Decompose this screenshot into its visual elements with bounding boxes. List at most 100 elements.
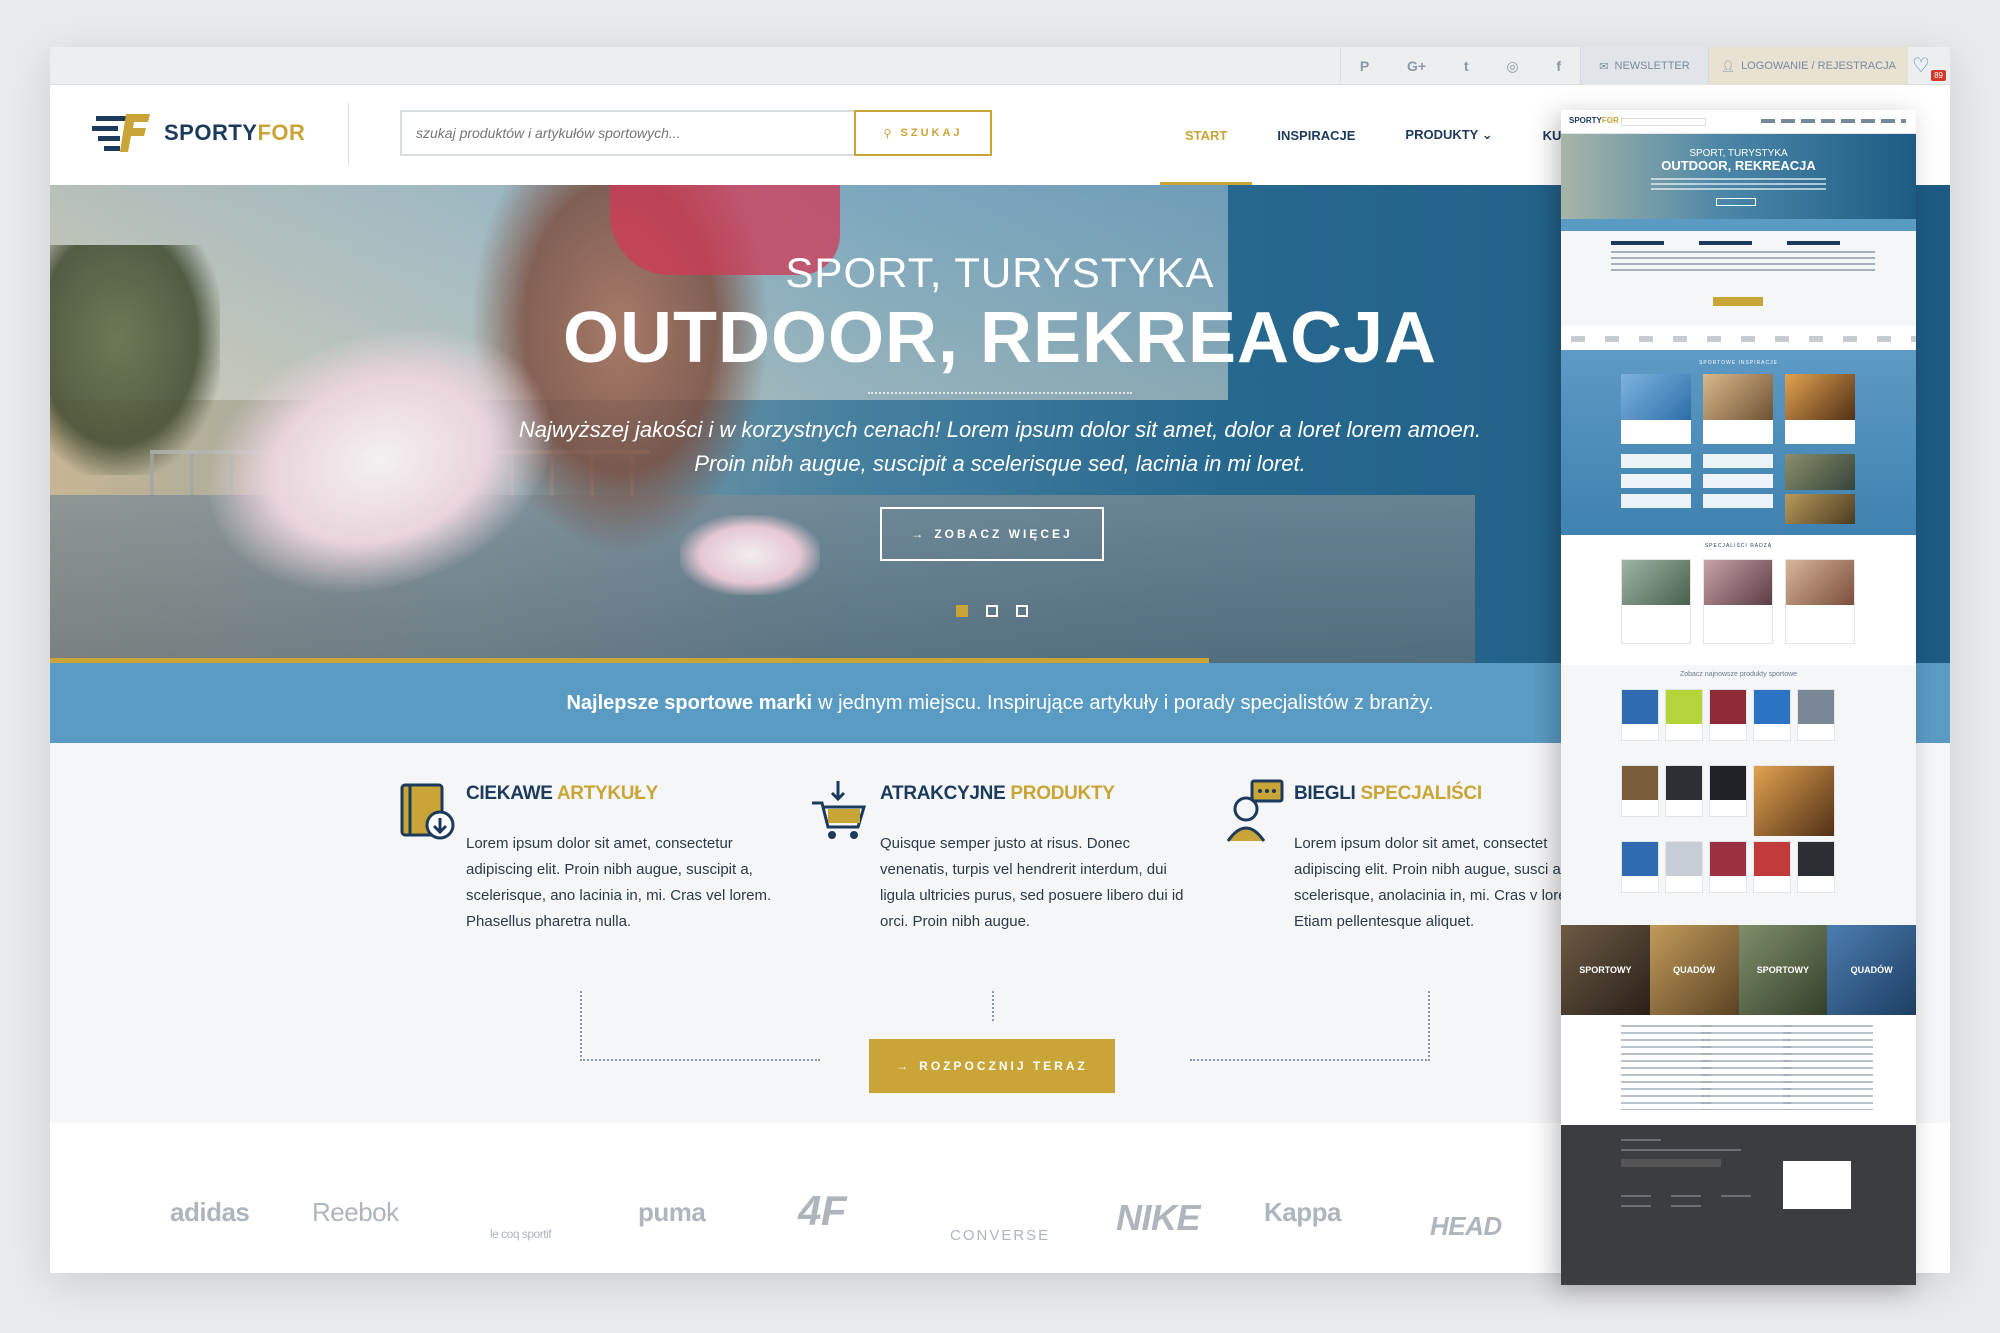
preview-product-tile [1797,689,1835,741]
search-icon: ⚲ [883,127,895,140]
cart-download-icon [812,781,867,839]
nav-item-inspiracje[interactable]: INSPIRACJE [1252,85,1380,185]
preview-inspirations-title: SPORTOWE INSPIRACJE [1699,360,1778,366]
tagline-text: w jednym miejscu. Inspirujące artykuły i… [818,691,1434,714]
feature-articles-title: CIEKAWE ARTYKUŁY [466,783,786,805]
site-logo[interactable]: SPORTYFOR [92,110,305,156]
twitter-icon[interactable]: t [1464,58,1469,74]
search-input[interactable] [400,110,855,156]
search-button[interactable]: ⚲ SZUKAJ [854,110,992,156]
hero-dotted-rule [868,392,1132,394]
preview-insp-row [1785,454,1855,490]
preview-footer-line [1621,1159,1721,1167]
newsletter-label: NEWSLETTER [1614,60,1690,72]
preview-product-tile [1621,841,1659,893]
preview-brands [1561,326,1916,350]
dotted-connector-left [580,991,820,1061]
feature-articles: CIEKAWE ARTYKUŁY Lorem ipsum dolor sit a… [400,783,786,935]
preview-search [1621,118,1706,126]
feature-specialists-title-b: SPECJALIŚCI [1360,783,1483,804]
brand-logo-reebok[interactable]: Reebok [312,1197,399,1228]
preview-blog-col [1701,1025,1791,1110]
arrow-right-icon: → [911,527,927,541]
start-now-button[interactable]: → ROZPOCZNIJ TERAZ [869,1039,1115,1093]
preview-blog-col [1621,1025,1711,1110]
preview-insp-card-3 [1785,374,1855,444]
preview-insp-row [1703,474,1773,488]
preview-blog-section [1561,1015,1916,1125]
feature-products-title-a: ATRAKCYJNE [880,783,1006,804]
brand-logo-nike[interactable]: NIKE [1116,1197,1201,1239]
start-now-label: ROZPOCZNIJ TERAZ [919,1059,1088,1073]
preview-products-title: Zobacz najnowsze produkty sportowe [1679,671,1798,678]
preview-hero-button [1716,198,1756,206]
preview-product-tile [1621,689,1659,741]
social-links: P G+ t ◎ f [1340,47,1580,85]
login-register-button[interactable]: 👤︎ LOGOWANIE / REJESTRACJA [1708,47,1908,85]
preview-footer [1561,1125,1916,1285]
preview-banner-4: QUADÓW [1827,925,1916,1015]
preview-feature-2 [1699,241,1787,291]
preview-product-tile [1665,765,1703,817]
heart-icon: ♡ [1912,55,1930,77]
preview-banner-2: QUADÓW [1649,925,1739,1015]
facebook-icon[interactable]: f [1556,58,1561,74]
slider-pagination [956,605,1028,617]
preview-feature-button [1713,297,1763,306]
preview-insp-row [1703,454,1773,468]
logo-text-a: SPORTY [164,120,258,145]
preview-product-tile [1753,689,1791,741]
search-button-label: SZUKAJ [900,127,963,139]
preview-banners: SPORTOWY QUADÓW SPORTOWY QUADÓW [1561,925,1916,1015]
top-utility-bar: P G+ t ◎ f ✉ NEWSLETTER 👤︎ LOGOWANIE / R… [50,47,1950,85]
brand-logo-adidas[interactable]: adidas [170,1197,250,1228]
header-divider [348,103,349,165]
brand-logo-head[interactable]: HEAD [1430,1211,1502,1242]
tagline-bold: Najlepsze sportowe marki [566,691,813,714]
feature-articles-text: Lorem ipsum dolor sit amet, consectetur … [466,835,772,930]
preview-product-tile [1709,765,1747,817]
slide-dot-2[interactable] [986,605,998,617]
specialist-chat-icon [1226,779,1284,842]
nav-item-produkty[interactable]: PRODUKTY ⌄ [1380,85,1517,185]
brand-logo-le-coq-sportif[interactable]: le coq sportif [490,1227,552,1241]
preview-feature-1 [1611,241,1699,291]
preview-product-tile [1621,765,1659,817]
preview-specialists-title: SPECJALIŚCI RADZĄ [1704,543,1773,549]
instagram-icon[interactable]: ◎ [1506,58,1518,75]
preview-products: Zobacz najnowsze produkty sportowe [1561,665,1916,925]
slide-dot-3[interactable] [1016,605,1028,617]
feature-specialists-title-a: BIEGLI [1294,783,1356,804]
preview-footer-line [1721,1195,1751,1197]
preview-facebook-widget [1783,1161,1851,1209]
preview-spec-card-1 [1621,559,1691,644]
login-label: LOGOWANIE / REJESTRACJA [1741,60,1896,72]
favorites-button[interactable]: ♡ 89 [1912,53,1946,81]
feature-articles-title-a: CIEKAWE [466,783,553,804]
pinterest-icon[interactable]: P [1360,58,1369,74]
slide-dot-1[interactable] [956,605,968,617]
preview-footer-line [1621,1139,1661,1141]
brand-logo-kappa[interactable]: Kappa [1264,1197,1341,1228]
feature-products-title: ATRAKCYJNE PRODUKTY [880,783,1200,805]
brand-logo-converse[interactable]: CONVERSE [950,1227,1050,1244]
preview-hero: SPORT, TURYSTYKA OUTDOOR, REKREACJA [1561,134,1916,219]
hero-lead-line-2: Proin nibh augue, suscipit a scelerisque… [694,451,1306,476]
google-plus-icon[interactable]: G+ [1407,58,1426,74]
book-download-icon [400,783,455,840]
preview-banner-3: SPORTOWY [1738,925,1828,1015]
newsletter-button[interactable]: ✉ NEWSLETTER [1580,47,1708,85]
preview-insp-row [1621,454,1691,468]
preview-insp-row [1703,494,1773,508]
dotted-connector-right [1190,991,1430,1061]
nav-item-start[interactable]: START [1160,85,1253,185]
user-icon: 👤︎ [1721,60,1736,73]
brand-logo-4f[interactable]: 4F [798,1187,847,1235]
see-more-button[interactable]: → ZOBACZ WIĘCEJ [880,507,1104,561]
preview-product-tile [1665,689,1703,741]
brand-logo-puma[interactable]: puma [638,1197,706,1228]
preview-product-tile [1709,841,1747,893]
preview-inspirations: SPORTOWE INSPIRACJE [1561,350,1916,535]
preview-feature-3 [1787,241,1875,291]
preview-footer-line [1671,1195,1701,1197]
